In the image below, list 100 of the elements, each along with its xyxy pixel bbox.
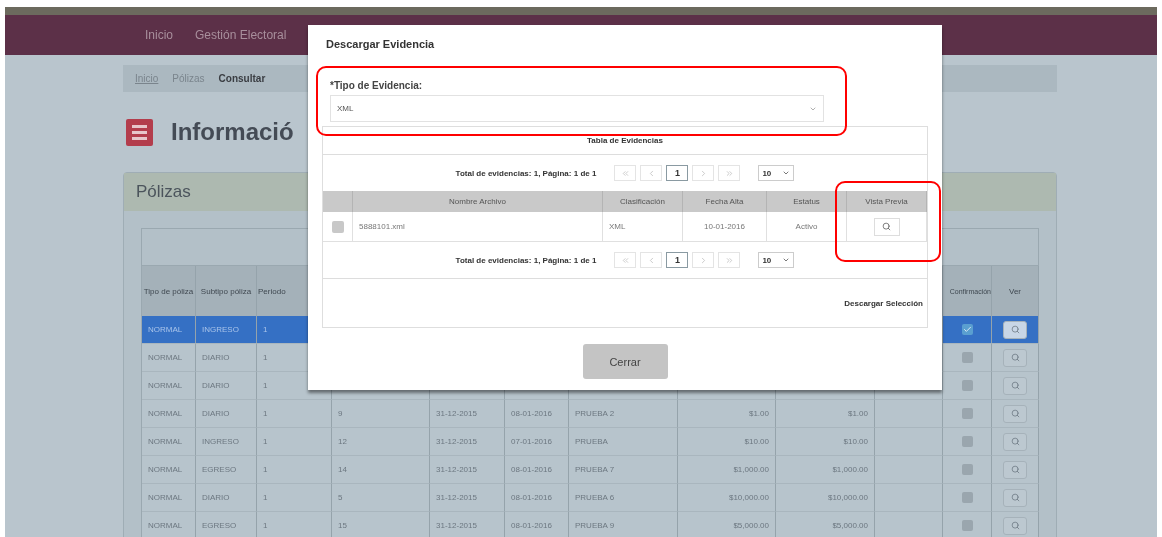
chevron-icon [724,168,734,178]
pager-nav-button[interactable] [692,165,715,181]
table-cell: EGRESO [196,512,257,537]
page-button[interactable]: 1 [666,165,689,181]
page-button[interactable]: 1 [666,252,689,268]
pager-nav-button[interactable] [692,252,715,268]
caret-icon [782,169,791,177]
view-button[interactable] [1003,320,1027,339]
search-icon [1010,521,1020,530]
column-header: Fecha Alta [683,191,767,212]
pager-nav-button[interactable] [718,165,741,181]
search-icon [1010,465,1020,474]
search-icon [882,222,891,231]
nav-link[interactable]: Gestión Electoral [195,28,287,42]
search-icon [1010,409,1020,418]
column-header: Subtipo póliza [196,266,257,316]
table-cell: $1.00 [678,400,776,428]
nav-link[interactable]: Inicio [145,28,173,42]
page-size-select[interactable]: 10 [758,252,795,268]
table-cell: 1 [257,400,332,428]
pager-nav-button[interactable] [614,252,637,268]
table-cell: 1 [257,512,332,537]
table-cell: XML [603,212,683,242]
page-size-select[interactable]: 10 [758,165,795,181]
row-checkbox[interactable] [961,492,973,503]
table-cell: $5,000.00 [776,512,875,537]
row-checkbox[interactable] [961,464,973,475]
row-checkbox[interactable] [961,408,973,419]
table-cell: $10.00 [776,428,875,456]
table-cell: NORMAL [142,316,196,344]
table-cell: PRUEBA 7 [569,456,678,484]
table-cell: PRUEBA 9 [569,512,678,537]
view-button[interactable] [1003,460,1027,479]
table-cell: 15 [332,512,430,537]
breadcrumb-item: Consultar [218,73,266,84]
column-header [323,191,353,212]
view-button[interactable] [1003,376,1027,395]
row-checkbox[interactable] [961,520,973,531]
column-header: Vista Previa [847,191,927,212]
pager-nav-button[interactable] [640,165,663,181]
table-cell: 5 [332,484,430,512]
caret-icon [782,256,791,264]
column-header: Estatus [767,191,847,212]
row-checkbox[interactable] [961,352,973,363]
table-cell: 10-01-2016 [683,212,767,242]
table-cell: INGRESO [196,316,257,344]
row-checkbox[interactable] [961,380,973,391]
table-cell: $10.00 [678,428,776,456]
table-cell: 1 [257,456,332,484]
table-cell: PRUEBA 6 [569,484,678,512]
table-cell: NORMAL [142,428,196,456]
table-cell: 08-01-2016 [505,400,569,428]
pager-nav-button[interactable] [614,165,637,181]
search-icon [1010,325,1020,334]
table-cell: DIARIO [196,484,257,512]
evidence-type-select[interactable]: XML [330,95,824,122]
table-title: Tabla de Evidencias [323,127,927,155]
column-header: Clasificación [603,191,683,212]
close-button[interactable]: Cerrar [582,344,668,379]
table-cell: 31-12-2015 [430,484,505,512]
row-checkbox[interactable] [961,436,973,447]
table-cell: EGRESO [196,456,257,484]
row-checkbox[interactable] [331,220,344,233]
table-cell: 31-12-2015 [430,512,505,537]
chevron-icon [620,168,630,178]
pager-nav-button[interactable] [640,252,663,268]
view-button[interactable] [1003,488,1027,507]
chevron-icon [724,255,734,265]
table-cell: PRUEBA [569,428,678,456]
chevron-icon [620,255,630,265]
table-cell: NORMAL [142,456,196,484]
column-header: Ver [992,266,1039,316]
table-cell: $1,000.00 [678,456,776,484]
view-button[interactable] [1003,432,1027,451]
view-button[interactable] [1003,516,1027,535]
table-cell: DIARIO [196,344,257,372]
table-cell: DIARIO [196,400,257,428]
table-cell: 1 [257,428,332,456]
table-cell: PRUEBA 2 [569,400,678,428]
table-cell: 08-01-2016 [505,456,569,484]
table-cell: 9 [332,400,430,428]
search-icon [1010,493,1020,502]
table-cell: INGRESO [196,428,257,456]
menu-icon [126,118,153,146]
page-title: Informació [171,118,294,146]
table-cell: 14 [332,456,430,484]
dialog-title: Descargar Evidencia [325,37,436,52]
table-cell: 08-01-2016 [505,484,569,512]
download-selection-link[interactable]: Descargar Selección [844,298,923,308]
view-button[interactable] [1003,404,1027,423]
row-checkbox[interactable] [961,324,973,335]
table-cell: $1,000.00 [776,456,875,484]
view-button[interactable] [1003,348,1027,367]
pager-nav-button[interactable] [718,252,741,268]
table-cell: NORMAL [142,400,196,428]
table-cell: 31-12-2015 [430,456,505,484]
table-cell: $10,000.00 [678,484,776,512]
preview-button[interactable] [873,217,900,236]
column-header: Tipo de póliza [142,266,196,316]
search-icon [1010,353,1020,362]
